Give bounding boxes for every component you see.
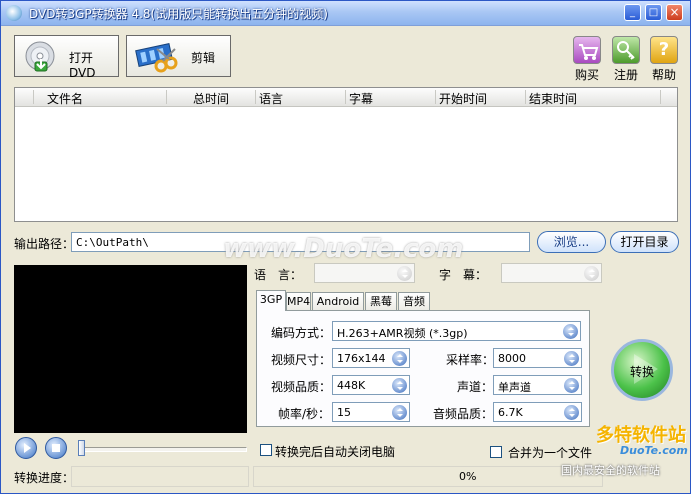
frame-rate-select[interactable]: 15 xyxy=(332,402,410,422)
dropdown-arrow-icon xyxy=(392,405,407,420)
window-title: DVD转3GP转换器 4.8(试用版只能转换出五分钟的视频) xyxy=(29,7,328,21)
help-icon: ? xyxy=(650,36,678,64)
browse-button[interactable]: 浏览... xyxy=(537,231,606,253)
column-subtitle[interactable]: 字幕 xyxy=(349,90,373,107)
register-button[interactable]: 注册 xyxy=(609,36,643,83)
file-list-header: 文件名 总时间 语言 字幕 开始时间 结束时间 xyxy=(15,88,677,107)
app-icon xyxy=(6,5,22,21)
help-label: 帮助 xyxy=(651,68,676,82)
tab-android[interactable]: Android xyxy=(312,292,364,310)
main-window: DVD转3GP转换器 4.8(试用版只能转换出五分钟的视频) _ □ × 打开D… xyxy=(0,0,691,494)
format-settings-panel: 编码方式： H.263+AMR视频 (*.3gp) 视频尺寸： 176x144 … xyxy=(256,310,590,427)
language-select[interactable] xyxy=(314,263,415,283)
video-quality-label: 视频品质： xyxy=(271,380,332,394)
buy-label: 购买 xyxy=(574,68,599,82)
buy-button[interactable]: 购买 xyxy=(570,36,604,83)
subtitle-label: 字 幕： xyxy=(439,268,488,282)
register-label: 注册 xyxy=(613,68,638,82)
progress-field xyxy=(71,466,249,487)
sample-rate-label: 采样率： xyxy=(446,353,495,367)
column-duration[interactable]: 总时间 xyxy=(193,90,229,107)
seek-slider-thumb[interactable] xyxy=(78,440,85,456)
edit-button[interactable]: 剪辑 xyxy=(126,35,231,77)
close-button[interactable]: × xyxy=(666,4,683,21)
column-end-time[interactable]: 结束时间 xyxy=(529,90,577,107)
progress-bar xyxy=(253,466,603,487)
dvd-disc-icon xyxy=(25,41,55,72)
column-language[interactable]: 语言 xyxy=(259,90,283,107)
center-watermark: www.DuoTe.com xyxy=(223,234,464,264)
dropdown-arrow-icon xyxy=(392,378,407,393)
column-separator xyxy=(525,90,526,104)
dropdown-arrow-icon xyxy=(397,266,412,281)
stop-icon xyxy=(52,444,60,452)
tab-audio[interactable]: 音频 xyxy=(398,292,430,310)
play-button[interactable] xyxy=(15,437,37,459)
film-scissors-icon xyxy=(135,43,178,73)
brand-url: DuoTe.com xyxy=(620,444,688,457)
play-icon xyxy=(24,443,31,453)
audio-quality-label: 音频品质： xyxy=(433,407,494,421)
dropdown-arrow-icon xyxy=(564,378,579,393)
video-preview xyxy=(14,265,247,433)
open-dvd-button[interactable]: 打开DVD xyxy=(14,35,119,80)
seek-slider-track[interactable] xyxy=(78,440,247,456)
title-bar[interactable]: DVD转3GP转换器 4.8(试用版只能转换出五分钟的视频) _ □ × xyxy=(1,1,690,26)
maximize-icon: □ xyxy=(648,7,659,18)
close-icon: × xyxy=(669,5,680,19)
minimize-icon: _ xyxy=(630,7,635,18)
column-separator xyxy=(255,90,256,104)
dropdown-arrow-icon xyxy=(563,324,578,339)
tab-3gp[interactable]: 3GP xyxy=(256,290,286,311)
open-directory-button[interactable]: 打开目录 xyxy=(610,231,679,253)
video-size-label: 视频尺寸： xyxy=(271,353,332,367)
shutdown-checkbox[interactable] xyxy=(260,444,272,456)
codec-label: 编码方式： xyxy=(271,326,332,340)
sample-rate-select[interactable]: 8000 xyxy=(493,348,582,368)
maximize-button[interactable]: □ xyxy=(645,4,662,21)
dropdown-arrow-icon xyxy=(564,405,579,420)
key-icon xyxy=(612,36,640,64)
tab-mp4[interactable]: MP4 xyxy=(286,292,311,310)
open-dvd-label: 打开DVD xyxy=(69,51,96,80)
file-list[interactable]: 文件名 总时间 语言 字幕 开始时间 结束时间 xyxy=(14,87,678,222)
brand-slogan: 国内最安全的软件站 xyxy=(561,464,660,477)
minimize-button[interactable]: _ xyxy=(624,4,641,21)
column-separator xyxy=(33,90,34,104)
codec-select[interactable]: H.263+AMR视频 (*.3gp) xyxy=(332,321,581,341)
output-path-label: 输出路径： xyxy=(14,237,75,251)
column-separator xyxy=(166,90,167,104)
shutdown-label: 转换完后自动关闭电脑 xyxy=(275,445,396,459)
video-size-select[interactable]: 176x144 xyxy=(332,348,410,368)
merge-label: 合并为一个文件 xyxy=(508,446,593,460)
help-button[interactable]: ? 帮助 xyxy=(647,36,681,83)
dropdown-arrow-icon xyxy=(564,351,579,366)
dropdown-arrow-icon xyxy=(392,351,407,366)
video-quality-select[interactable]: 448K xyxy=(332,375,410,395)
convert-button[interactable]: 转换 xyxy=(611,339,673,401)
merge-checkbox[interactable] xyxy=(490,446,502,458)
dropdown-arrow-icon xyxy=(584,266,599,281)
shopping-cart-icon xyxy=(573,36,601,64)
channel-label: 声道： xyxy=(457,380,494,394)
subtitle-select[interactable] xyxy=(501,263,602,283)
column-separator xyxy=(660,90,661,104)
progress-percent: 0% xyxy=(459,470,477,483)
language-label: 语 言： xyxy=(254,268,303,282)
column-separator xyxy=(435,90,436,104)
column-start-time[interactable]: 开始时间 xyxy=(439,90,487,107)
frame-rate-label: 帧率/秒： xyxy=(278,407,331,421)
brand-watermark: 多特软件站 DuoTe.com xyxy=(596,421,688,457)
audio-quality-select[interactable]: 6.7K xyxy=(493,402,582,422)
stop-button[interactable] xyxy=(45,437,67,459)
tab-blackberry[interactable]: 黑莓 xyxy=(365,292,397,310)
convert-label: 转换 xyxy=(629,365,654,379)
channel-select[interactable]: 单声道 xyxy=(493,375,582,395)
column-filename[interactable]: 文件名 xyxy=(47,90,83,107)
progress-label: 转换进度： xyxy=(14,471,75,485)
edit-label: 剪辑 xyxy=(191,51,216,65)
column-separator xyxy=(345,90,346,104)
